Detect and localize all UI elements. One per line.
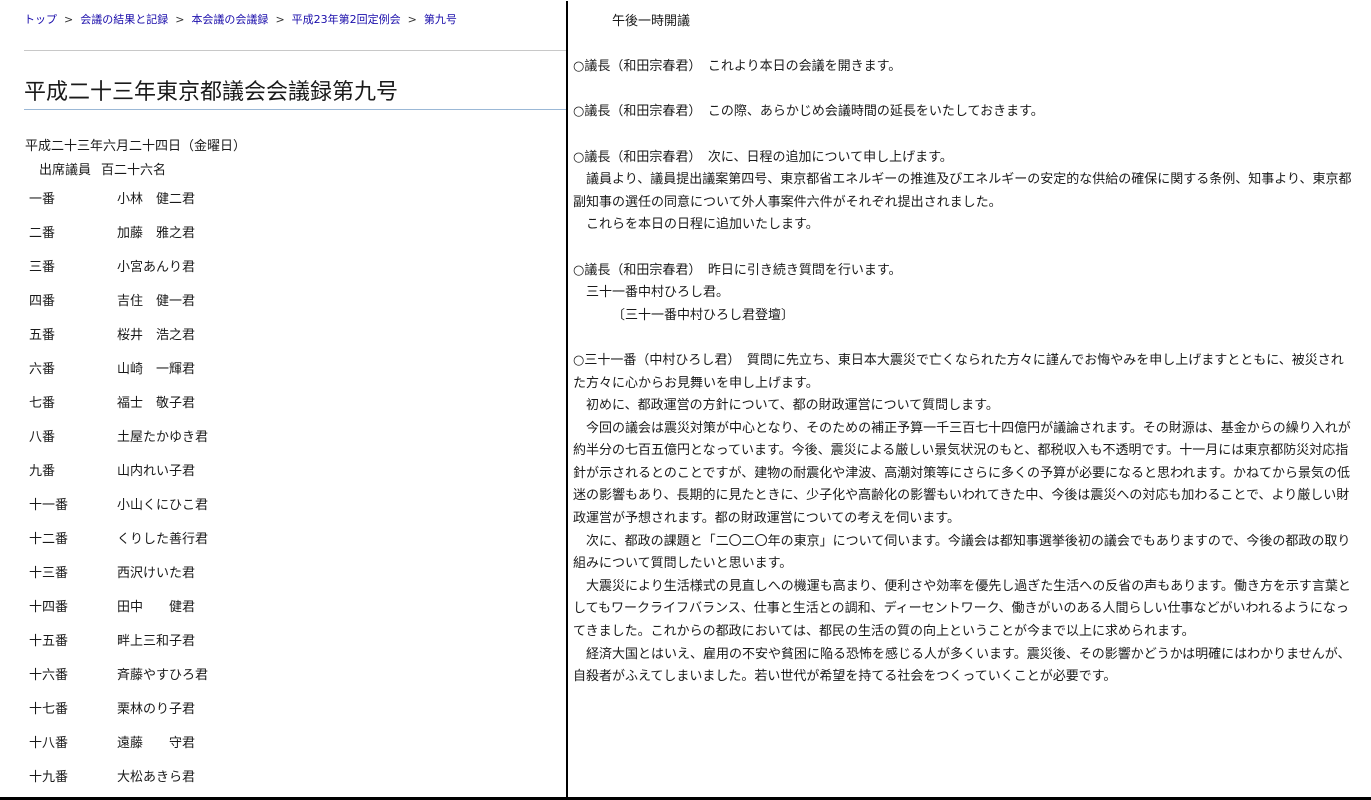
breadcrumb-link-top[interactable]: トップ bbox=[24, 13, 57, 26]
breadcrumb-link-plenary-minutes[interactable]: 本会議の会議録 bbox=[191, 13, 268, 26]
member-seat: 九番 bbox=[29, 464, 56, 479]
member-name: 大松あきら君 bbox=[117, 770, 196, 785]
member-name: 小山くにひこ君 bbox=[117, 498, 209, 513]
breadcrumb-separator: > bbox=[275, 13, 285, 26]
member-row: 九番 山内れい子君 bbox=[29, 463, 549, 497]
member-list: 一番 小林 健二君二番 加藤 雅之君三番 小宮あんり君四番 吉住 健一君五番 桜井 浩之君… bbox=[29, 191, 549, 798]
member-seat: 八番 bbox=[29, 430, 56, 445]
member-name: 遠藤 守君 bbox=[117, 736, 196, 751]
member-seat: 十六番 bbox=[29, 668, 69, 683]
speech-paragraph: ○議長（和田宗春君） 昨日に引き続き質問を行います。 bbox=[573, 262, 902, 278]
speech-continuation: 今回の議会は震災対策が中心となり、そのための補正予算一千三百七十四億円が議論され… bbox=[573, 420, 1351, 527]
opening-line: 午後一時開議 bbox=[612, 14, 691, 29]
session-date: 平成二十三年六月二十四日（金曜日） bbox=[25, 139, 247, 154]
header-divider bbox=[24, 50, 566, 51]
minutes-body: 午後一時開議 ○議長（和田宗春君） これより本日の会議を開きます。 ○議長（和田宗春… bbox=[573, 11, 1353, 689]
member-row: 一番 小林 健二君 bbox=[29, 191, 549, 225]
breadcrumb-link-results[interactable]: 会議の結果と記録 bbox=[80, 13, 168, 26]
member-row: 十一番 小山くにひこ君 bbox=[29, 497, 549, 531]
breadcrumb-separator: > bbox=[64, 13, 74, 26]
speech-continuation: 経済大国とはいえ、雇用の不安や貧困に陥る恐怖を感じる人が多くいます。震災後、その… bbox=[573, 646, 1351, 685]
member-name: 小林 健二君 bbox=[117, 192, 196, 207]
member-row: 二番 加藤 雅之君 bbox=[29, 225, 549, 259]
member-name: 山内れい子君 bbox=[117, 464, 196, 479]
stage-direction: 〔三十一番中村ひろし君登壇〕 bbox=[612, 307, 795, 323]
member-row: 十三番 西沢けいた君 bbox=[29, 565, 549, 599]
speech-paragraph: ○議長（和田宗春君） 次に、日程の追加について申し上げます。 bbox=[573, 149, 953, 165]
speech-continuation: 三十一番中村ひろし君。 bbox=[586, 285, 730, 301]
member-name: 小宮あんり君 bbox=[117, 260, 196, 275]
page-title: 平成二十三年東京都議会会議録第九号 bbox=[24, 80, 399, 105]
member-row: 六番 山崎 一輝君 bbox=[29, 361, 549, 395]
attendance-line: 出席議員 百二十六名 bbox=[39, 162, 166, 180]
attendance-label: 出席議員 bbox=[39, 163, 92, 178]
speech-continuation: 議員より、議員提出議案第四号、東京都省エネルギーの推進及びエネルギーの安定的な供… bbox=[573, 172, 1352, 210]
member-seat: 十一番 bbox=[29, 498, 69, 513]
breadcrumb-link-session[interactable]: 平成23年第2回定例会 bbox=[292, 13, 401, 26]
member-name: 桜井 浩之君 bbox=[117, 328, 196, 343]
member-row: 十六番 斉藤やすひろ君 bbox=[29, 667, 549, 701]
member-name: 田中 健君 bbox=[117, 600, 196, 615]
member-seat: 六番 bbox=[29, 362, 56, 377]
breadcrumb-separator: > bbox=[407, 13, 417, 26]
member-name: 畔上三和子君 bbox=[117, 634, 196, 649]
member-seat: 七番 bbox=[29, 396, 56, 411]
minutes-pane: 午後一時開議 ○議長（和田宗春君） これより本日の会議を開きます。 ○議長（和田宗春… bbox=[568, 1, 1370, 798]
member-seat: 十二番 bbox=[29, 532, 69, 547]
member-seat: 五番 bbox=[29, 328, 56, 343]
breadcrumb: トップ > 会議の結果と記録 > 本会議の会議録 > 平成23年第2回定例会 > 第九号 bbox=[24, 12, 457, 28]
member-row: 四番 吉住 健一君 bbox=[29, 293, 549, 327]
member-row: 十八番 遠藤 守君 bbox=[29, 735, 549, 769]
breadcrumb-separator: > bbox=[175, 13, 185, 26]
member-seat: 十九番 bbox=[29, 770, 69, 785]
member-row: 三番 小宮あんり君 bbox=[29, 259, 549, 293]
member-row: 十七番 栗林のり子君 bbox=[29, 701, 549, 735]
speech-paragraph: ○三十一番（中村ひろし君） 質問に先立ち、東日本大震災で亡くなられた方々に謹んで… bbox=[573, 352, 1344, 391]
member-row: 十四番 田中 健君 bbox=[29, 599, 549, 633]
member-seat: 十五番 bbox=[29, 634, 69, 649]
speech-paragraph: ○議長（和田宗春君） これより本日の会議を開きます。 bbox=[573, 59, 902, 75]
attendance-count: 百二十六名 bbox=[101, 163, 167, 178]
speech-continuation: 初めに、都政運営の方針について、都の財政運営について質問します。 bbox=[586, 398, 999, 414]
member-row: 十九番 大松あきら君 bbox=[29, 769, 549, 798]
member-seat: 十三番 bbox=[29, 566, 69, 581]
speech-continuation: 大震災により生活様式の見直しへの機運も高まり、便利さや効率を優先し過ぎた生活への… bbox=[573, 578, 1351, 640]
member-row: 五番 桜井 浩之君 bbox=[29, 327, 549, 361]
member-row: 十五番 畔上三和子君 bbox=[29, 633, 549, 667]
title-underline bbox=[24, 109, 566, 110]
member-name: 吉住 健一君 bbox=[117, 294, 196, 309]
member-name: 斉藤やすひろ君 bbox=[117, 668, 209, 683]
member-name: くりした善行君 bbox=[117, 532, 209, 547]
member-row: 七番 福士 敬子君 bbox=[29, 395, 549, 429]
member-seat: 十四番 bbox=[29, 600, 69, 615]
member-name: 西沢けいた君 bbox=[117, 566, 196, 581]
member-name: 土屋たかゆき君 bbox=[117, 430, 209, 445]
member-name: 栗林のり子君 bbox=[117, 702, 196, 717]
member-row: 十二番 くりした善行君 bbox=[29, 531, 549, 565]
member-seat: 四番 bbox=[29, 294, 56, 309]
member-name: 山崎 一輝君 bbox=[117, 362, 196, 377]
speech-continuation: これらを本日の日程に追加いたします。 bbox=[586, 217, 819, 233]
speech-paragraph: ○議長（和田宗春君） この際、あらかじめ会議時間の延長をいたしておきます。 bbox=[573, 104, 1044, 120]
member-row: 八番 土屋たかゆき君 bbox=[29, 429, 549, 463]
member-list-pane: トップ > 会議の結果と記録 > 本会議の会議録 > 平成23年第2回定例会 > 第九号 平成二… bbox=[1, 1, 568, 798]
member-name: 福士 敬子君 bbox=[117, 396, 196, 411]
member-seat: 三番 bbox=[29, 260, 56, 275]
member-seat: 十八番 bbox=[29, 736, 69, 751]
breadcrumb-link-issue[interactable]: 第九号 bbox=[424, 13, 457, 26]
speech-continuation: 次に、都政の課題と「二〇二〇年の東京」について伺います。今議会は都知事選挙後初の… bbox=[573, 533, 1351, 572]
member-seat: 十七番 bbox=[29, 702, 69, 717]
member-seat: 一番 bbox=[29, 192, 56, 207]
member-seat: 二番 bbox=[29, 226, 56, 241]
member-name: 加藤 雅之君 bbox=[117, 226, 196, 241]
